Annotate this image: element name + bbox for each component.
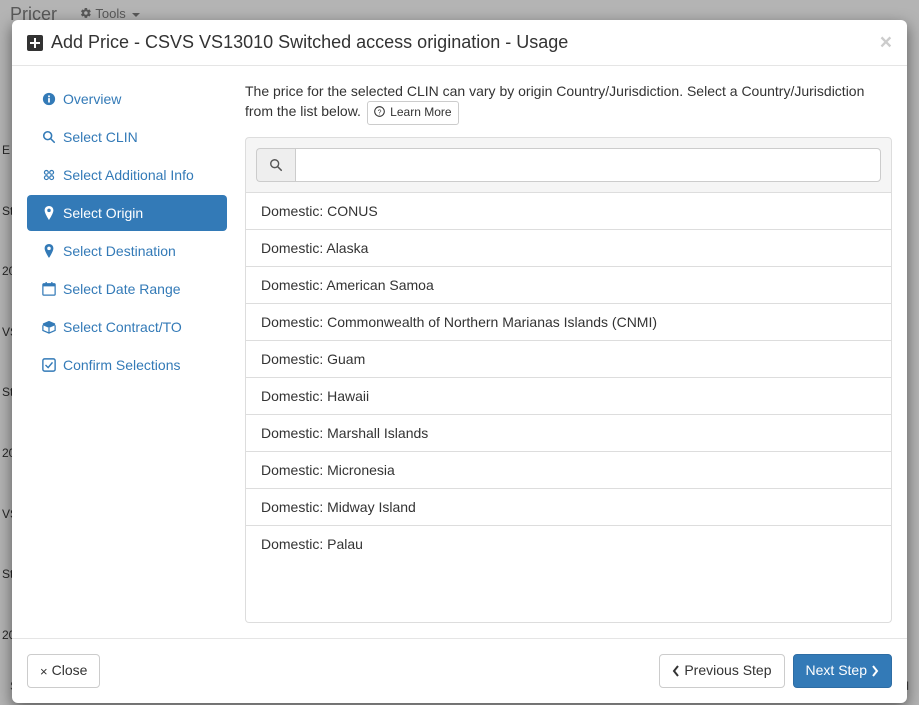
- nav-item-confirm-selections[interactable]: Confirm Selections: [27, 347, 227, 383]
- nav-label: Overview: [63, 91, 121, 107]
- next-step-label: Next Step: [806, 661, 867, 681]
- instructions-text: The price for the selected CLIN can vary…: [245, 83, 864, 119]
- next-step-button[interactable]: Next Step: [793, 654, 892, 688]
- search-input-group: [256, 148, 881, 182]
- nav-item-select-origin[interactable]: Select Origin: [27, 195, 227, 231]
- select-destination-icon: [42, 244, 56, 258]
- nav-label: Select Date Range: [63, 281, 181, 297]
- confirm-selections-icon: [42, 358, 56, 372]
- search-panel: [245, 137, 892, 193]
- select-clin-icon: [42, 130, 56, 144]
- nav-link-select-clin[interactable]: Select CLIN: [27, 119, 227, 155]
- nav-item-select-destination[interactable]: Select Destination: [27, 233, 227, 269]
- origin-item[interactable]: Domestic: CONUS: [246, 193, 891, 230]
- origin-item[interactable]: Domestic: Commonwealth of Northern Maria…: [246, 304, 891, 341]
- step-content: The price for the selected CLIN can vary…: [227, 81, 892, 623]
- question-circle-icon: ?: [374, 106, 385, 117]
- nav-label: Confirm Selections: [63, 357, 181, 373]
- origin-list-container: Domestic: CONUSDomestic: AlaskaDomestic:…: [245, 193, 892, 623]
- overview-icon: [42, 92, 56, 106]
- nav-link-select-additional-info[interactable]: Select Additional Info: [27, 157, 227, 193]
- nav-item-select-contract-to[interactable]: Select Contract/TO: [27, 309, 227, 345]
- chevron-right-icon: [871, 665, 879, 677]
- nav-label: Select Origin: [63, 205, 143, 221]
- close-button-label: Close: [52, 661, 88, 681]
- learn-more-button[interactable]: ? Learn More: [367, 101, 459, 124]
- add-price-modal: Add Price - CSVS VS13010 Switched access…: [12, 20, 907, 703]
- nav-label: Select Contract/TO: [63, 319, 182, 335]
- nav-link-select-contract-to[interactable]: Select Contract/TO: [27, 309, 227, 345]
- nav-label: Select Destination: [63, 243, 176, 259]
- nav-item-select-date-range[interactable]: Select Date Range: [27, 271, 227, 307]
- origin-item[interactable]: Domestic: American Samoa: [246, 267, 891, 304]
- origin-item[interactable]: Domestic: Marshall Islands: [246, 415, 891, 452]
- previous-step-button[interactable]: Previous Step: [659, 654, 784, 688]
- nav-item-overview[interactable]: Overview: [27, 81, 227, 117]
- nav-label: Select Additional Info: [63, 167, 194, 183]
- nav-link-select-destination[interactable]: Select Destination: [27, 233, 227, 269]
- svg-text:?: ?: [377, 110, 381, 117]
- origin-item[interactable]: Domestic: Midway Island: [246, 489, 891, 526]
- nav-link-select-date-range[interactable]: Select Date Range: [27, 271, 227, 307]
- nav-link-confirm-selections[interactable]: Confirm Selections: [27, 347, 227, 383]
- chevron-left-icon: [672, 665, 680, 677]
- modal-close-x[interactable]: ×: [880, 32, 892, 53]
- select-contract-to-icon: [42, 320, 56, 334]
- previous-step-label: Previous Step: [684, 661, 771, 681]
- wizard-nav: Overview Select CLIN Select Additional Inf…: [27, 81, 227, 623]
- modal-body: Overview Select CLIN Select Additional Inf…: [12, 66, 907, 638]
- origin-item[interactable]: Domestic: Guam: [246, 341, 891, 378]
- origin-list: Domestic: CONUSDomestic: AlaskaDomestic:…: [246, 193, 891, 562]
- select-origin-icon: [42, 206, 56, 220]
- close-button[interactable]: × Close: [27, 654, 100, 688]
- plus-square-icon: [27, 35, 43, 51]
- origin-item[interactable]: Domestic: Alaska: [246, 230, 891, 267]
- nav-item-select-clin[interactable]: Select CLIN: [27, 119, 227, 155]
- modal-footer: × Close Previous Step Next Step: [12, 638, 907, 703]
- nav-link-select-origin[interactable]: Select Origin: [27, 195, 227, 231]
- instructions: The price for the selected CLIN can vary…: [245, 81, 892, 125]
- select-additional-info-icon: [42, 168, 56, 182]
- nav-item-select-additional-info[interactable]: Select Additional Info: [27, 157, 227, 193]
- learn-more-label: Learn More: [390, 105, 451, 119]
- close-x-icon: ×: [40, 665, 48, 678]
- modal-title: Add Price - CSVS VS13010 Switched access…: [51, 32, 880, 53]
- origin-list-scroll[interactable]: Domestic: CONUSDomestic: AlaskaDomestic:…: [246, 193, 891, 622]
- nav-link-overview[interactable]: Overview: [27, 81, 227, 117]
- origin-item[interactable]: Domestic: Hawaii: [246, 378, 891, 415]
- search-icon: [269, 158, 283, 172]
- modal-header: Add Price - CSVS VS13010 Switched access…: [12, 20, 907, 66]
- select-date-range-icon: [42, 282, 56, 296]
- origin-item[interactable]: Domestic: Micronesia: [246, 452, 891, 489]
- origin-search-input[interactable]: [295, 148, 881, 182]
- search-addon: [256, 148, 295, 182]
- nav-label: Select CLIN: [63, 129, 138, 145]
- origin-item[interactable]: Domestic: Palau: [246, 526, 891, 562]
